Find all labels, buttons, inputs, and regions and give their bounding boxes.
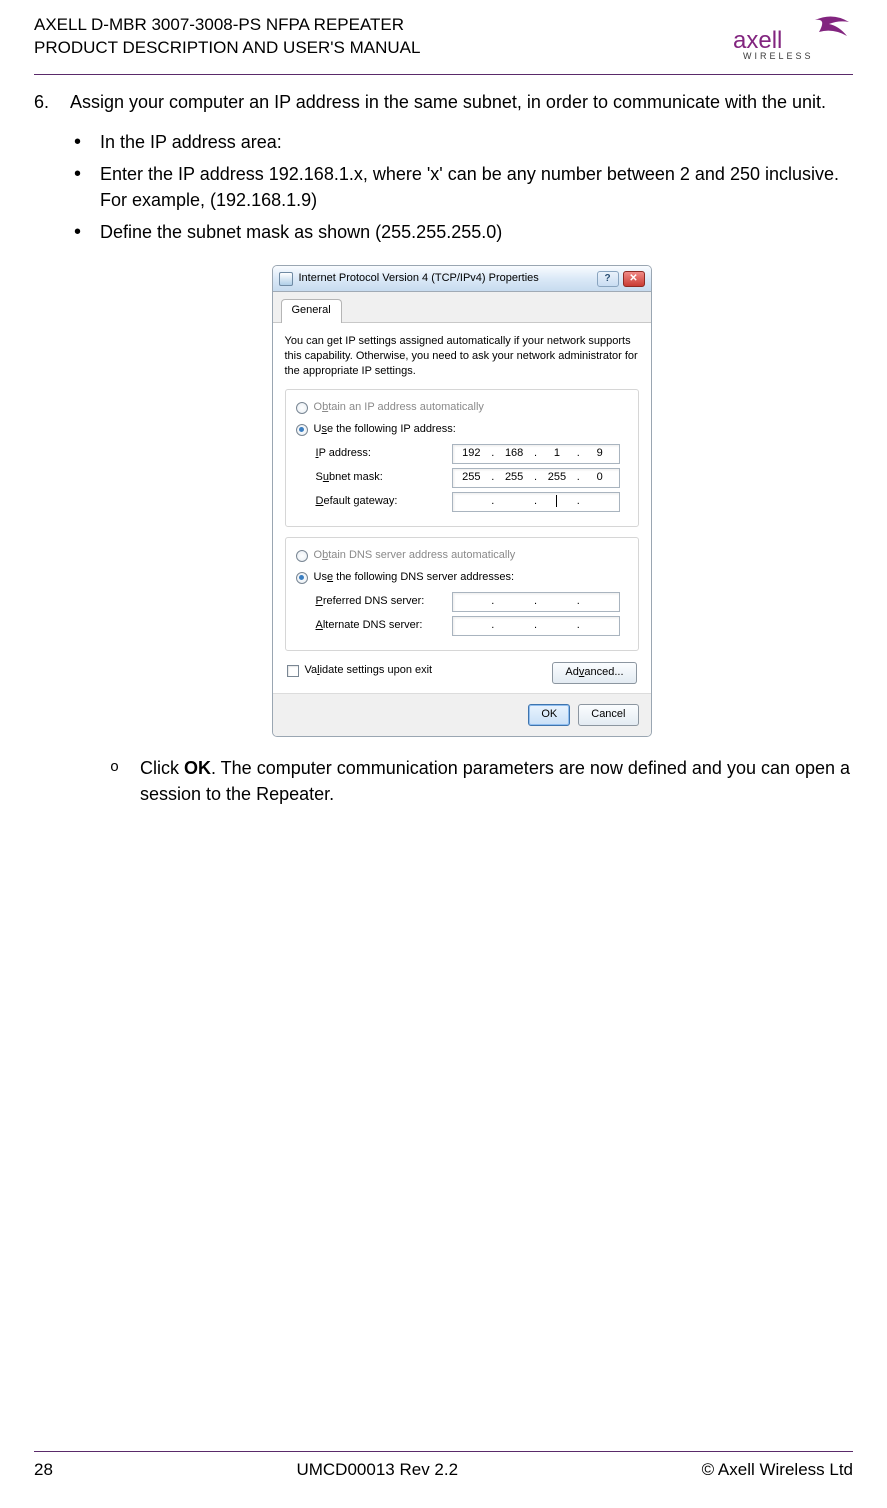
footer-page-number: 28: [34, 1460, 53, 1480]
preferred-dns-input[interactable]: . . .: [452, 592, 620, 612]
body-content: 6. Assign your computer an IP address in…: [34, 89, 853, 807]
header-text: AXELL D-MBR 3007-3008-PS NFPA REPEATER P…: [34, 14, 420, 60]
subnet-mask-input[interactable]: 255. 255. 255. 0: [452, 468, 620, 488]
radio-icon: [296, 572, 308, 584]
preferred-dns-row: Preferred DNS server: . . .: [316, 592, 628, 612]
dialog-footer: OK Cancel: [273, 693, 651, 736]
alternate-dns-row: Alternate DNS server: . . .: [316, 616, 628, 636]
radio-icon: [296, 424, 308, 436]
header-line2: PRODUCT DESCRIPTION AND USER'S MANUAL: [34, 37, 420, 60]
step-number: 6.: [34, 89, 49, 115]
tab-strip: General: [273, 292, 651, 323]
header-rule: [34, 74, 853, 75]
substep-click-ok: Click OK. The computer communication par…: [104, 755, 853, 807]
tab-general[interactable]: General: [281, 299, 342, 323]
page-header: AXELL D-MBR 3007-3008-PS NFPA REPEATER P…: [34, 14, 853, 68]
radio-icon: [296, 402, 308, 414]
bullet-ip-area: In the IP address area:: [70, 129, 853, 155]
cancel-button[interactable]: Cancel: [578, 704, 638, 726]
radio-use-dns[interactable]: Use the following DNS server addresses:: [296, 570, 628, 586]
advanced-button[interactable]: Advanced...: [552, 662, 636, 684]
radio-icon: [296, 550, 308, 562]
window-icon: [279, 272, 293, 286]
bullet-enter-ip: Enter the IP address 192.168.1.x, where …: [70, 161, 853, 213]
validate-checkbox[interactable]: Validate settings upon exit: [287, 663, 433, 679]
step-text: Assign your computer an IP address in th…: [70, 92, 826, 112]
dialog-titlebar: Internet Protocol Version 4 (TCP/IPv4) P…: [273, 266, 651, 292]
svg-text:WIRELESS: WIRELESS: [743, 51, 814, 60]
footer-copyright: © Axell Wireless Ltd: [702, 1460, 853, 1480]
radio-obtain-ip[interactable]: Obtain an IP address automatically: [296, 400, 628, 416]
dialog-title: Internet Protocol Version 4 (TCP/IPv4) P…: [299, 271, 539, 287]
ip-settings-group: Obtain an IP address automatically Use t…: [285, 389, 639, 527]
footer-doc-rev: UMCD00013 Rev 2.2: [296, 1460, 458, 1480]
ok-button[interactable]: OK: [528, 704, 570, 726]
alternate-dns-input[interactable]: . . .: [452, 616, 620, 636]
checkbox-icon: [287, 665, 299, 677]
default-gateway-row: Default gateway: . . .: [316, 492, 628, 512]
dialog-description: You can get IP settings assigned automat…: [285, 334, 639, 379]
close-button[interactable]: ✕: [623, 271, 645, 287]
svg-text:axell: axell: [733, 27, 782, 54]
step-6: 6. Assign your computer an IP address in…: [34, 89, 853, 807]
radio-use-ip[interactable]: Use the following IP address:: [296, 422, 628, 438]
help-button[interactable]: ?: [597, 271, 619, 287]
subnet-mask-row: Subnet mask: 255. 255. 255. 0: [316, 468, 628, 488]
default-gateway-input[interactable]: . . .: [452, 492, 620, 512]
bullet-subnet: Define the subnet mask as shown (255.255…: [70, 219, 853, 245]
header-line1: AXELL D-MBR 3007-3008-PS NFPA REPEATER: [34, 14, 420, 37]
dns-settings-group: Obtain DNS server address automatically …: [285, 537, 639, 651]
ip-address-input[interactable]: 192. 168. 1. 9: [452, 444, 620, 464]
radio-obtain-dns[interactable]: Obtain DNS server address automatically: [296, 548, 628, 564]
page-footer: 28 UMCD00013 Rev 2.2 © Axell Wireless Lt…: [34, 1451, 853, 1480]
ip-address-row: IP address: 192. 168. 1. 9: [316, 444, 628, 464]
ipv4-properties-dialog: Internet Protocol Version 4 (TCP/IPv4) P…: [272, 265, 652, 736]
axell-logo: axell WIRELESS: [733, 14, 853, 60]
footer-rule: [34, 1451, 853, 1452]
